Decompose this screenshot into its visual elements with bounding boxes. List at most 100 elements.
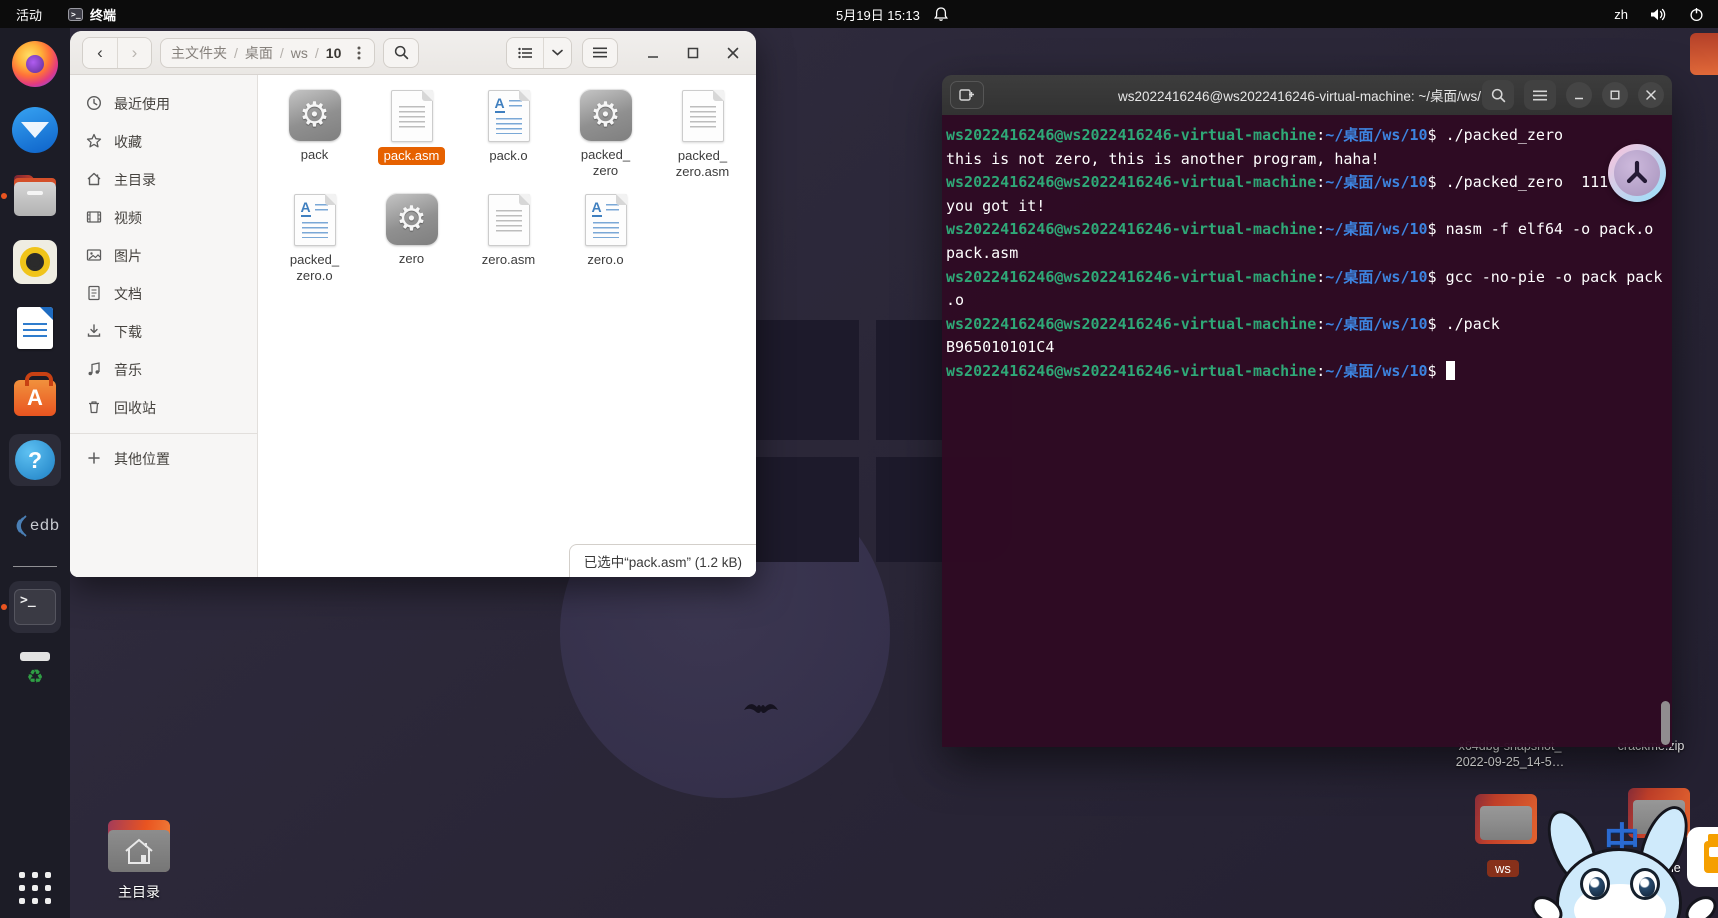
file-item[interactable]: ⚙packed_ zero — [560, 89, 652, 181]
minimize-button[interactable] — [642, 42, 664, 64]
chevron-down-icon — [552, 49, 563, 56]
file-item[interactable]: Apacked_ zero.o — [269, 193, 361, 285]
dock-item-ubuntu-software[interactable]: A — [9, 368, 61, 420]
source-file-icon: A — [585, 194, 627, 246]
path-bar[interactable]: 主文件夹/桌面/ws/10 — [160, 38, 375, 68]
sidebar-divider — [70, 433, 257, 434]
files-window: ‹ › 主文件夹/桌面/ws/10 — [70, 31, 756, 577]
terminal-minimize-button[interactable] — [1566, 82, 1592, 108]
sidebar-item-clock[interactable]: 最近使用 — [70, 85, 257, 123]
sidebar-item-film[interactable]: 视频 — [70, 199, 257, 237]
mascot-eye — [1630, 868, 1660, 900]
path-segment[interactable]: ws — [291, 45, 308, 61]
terminal-prompt-line: ws2022416246@ws2022416246-virtual-machin… — [946, 124, 1668, 148]
path-segment[interactable]: 10 — [326, 45, 342, 61]
dock-item-edb[interactable]: edb — [9, 500, 61, 552]
sidebar-item-label: 文档 — [114, 284, 142, 304]
dock-item-terminal[interactable]: >_ — [9, 581, 61, 633]
file-item[interactable]: ⚙zero — [366, 193, 458, 285]
input-method-indicator[interactable]: zh — [1614, 7, 1628, 22]
sidebar-item-star[interactable]: 收藏 — [70, 123, 257, 161]
sidebar-item-plus[interactable]: 其他位置 — [70, 440, 257, 478]
notification-bell-icon — [934, 7, 948, 22]
terminal-output[interactable]: ws2022416246@ws2022416246-virtual-machin… — [942, 115, 1672, 747]
terminal-search-button[interactable] — [1482, 80, 1514, 110]
desktop-home-folder-icon[interactable] — [108, 820, 170, 872]
sidebar-item-label: 下载 — [114, 322, 142, 342]
overlay-badge-icon — [1624, 160, 1650, 186]
terminal-maximize-button[interactable] — [1602, 82, 1628, 108]
terminal-app-icon: >_ — [14, 589, 56, 625]
house-icon — [122, 836, 156, 866]
show-applications-button[interactable] — [19, 872, 51, 904]
terminal-output-line: pack.asm — [946, 242, 1668, 266]
dock-item-thunderbird[interactable] — [9, 104, 61, 156]
dock-item-rhythmbox[interactable] — [9, 236, 61, 288]
overlay-badge[interactable] — [1608, 144, 1666, 202]
source-file-icon: A — [294, 194, 336, 246]
path-segment[interactable]: 桌面 — [245, 43, 273, 63]
sidebar-item-label: 音乐 — [114, 360, 142, 380]
dock-item-files[interactable] — [9, 170, 61, 222]
file-label: zero.asm — [476, 251, 541, 269]
maximize-button[interactable] — [682, 42, 704, 64]
view-options-button[interactable] — [543, 38, 571, 68]
download-icon — [86, 323, 102, 342]
sidebar-item-download[interactable]: 下载 — [70, 313, 257, 351]
list-view-button[interactable] — [507, 38, 543, 68]
terminal-output-line: B965010101C4 — [946, 336, 1668, 360]
sidebar-item-doc[interactable]: 文档 — [70, 275, 257, 313]
text-file-icon — [488, 194, 530, 246]
running-indicator-dot — [1, 604, 7, 610]
sidebar-item-trash[interactable]: 回收站 — [70, 389, 257, 427]
path-segment[interactable]: 主文件夹 — [171, 43, 227, 63]
files-content-area: ⚙packpack.asmApack.o⚙packed_ zeropacked_… — [258, 75, 756, 577]
sidebar-item-home[interactable]: 主目录 — [70, 161, 257, 199]
view-toggle — [506, 37, 572, 69]
terminal-menu-button[interactable] — [1524, 80, 1556, 110]
help-icon: ? — [15, 440, 55, 480]
hamburger-icon — [1533, 90, 1547, 101]
power-icon — [1689, 7, 1704, 22]
running-indicator-dot — [1, 193, 7, 199]
new-tab-button[interactable] — [950, 81, 984, 109]
sidebar-item-label: 最近使用 — [114, 94, 170, 114]
file-item[interactable]: zero.asm — [463, 193, 555, 285]
terminal-prompt-line: ws2022416246@ws2022416246-virtual-machin… — [946, 360, 1668, 384]
list-view-icon — [518, 47, 533, 59]
dock-item-trash[interactable]: ♻ — [9, 647, 61, 699]
dock-item-help[interactable]: ? — [9, 434, 61, 486]
system-status-area[interactable]: zh — [1614, 7, 1718, 22]
desktop-folder-ws-icon[interactable] — [1475, 794, 1537, 844]
sidebar-item-music[interactable]: 音乐 — [70, 351, 257, 389]
hidden-desktop-folder-icon[interactable] — [1690, 33, 1718, 75]
search-button[interactable] — [383, 38, 419, 68]
star-icon — [86, 133, 102, 152]
forward-button[interactable]: › — [117, 38, 151, 68]
terminal-close-button[interactable] — [1638, 82, 1664, 108]
files-menu-button[interactable] — [582, 38, 618, 68]
back-button[interactable]: ‹ — [83, 38, 117, 68]
close-button[interactable] — [722, 42, 744, 64]
executable-gear-icon: ⚙ — [386, 193, 438, 245]
file-item[interactable]: pack.asm — [366, 89, 458, 181]
file-item[interactable]: ⚙pack — [269, 89, 361, 181]
path-options-kebab-icon[interactable] — [348, 40, 370, 66]
activities-button[interactable]: 活动 — [16, 5, 42, 24]
dock-item-libreoffice-writer[interactable] — [9, 302, 61, 354]
file-label: zero.o — [581, 251, 629, 269]
file-item[interactable]: Azero.o — [560, 193, 652, 285]
clock-menu[interactable]: 5月19日 15:13 — [836, 0, 948, 28]
focused-app-indicator[interactable]: >_ 终端 — [68, 5, 116, 24]
terminal-scrollbar[interactable] — [1661, 701, 1670, 745]
file-label: packed_ zero.o — [284, 251, 345, 285]
sidebar-item-image[interactable]: 图片 — [70, 237, 257, 275]
top-bar: 活动 >_ 终端 5月19日 15:13 zh — [0, 0, 1718, 28]
desktop-home-folder-label[interactable]: 主目录 — [96, 884, 182, 900]
clock-icon — [86, 95, 102, 114]
desktop-folder-ws-label[interactable]: ws — [1487, 860, 1519, 877]
file-item[interactable]: Apack.o — [463, 89, 555, 181]
terminal-output-line: you got it! — [946, 195, 1668, 219]
file-item[interactable]: packed_ zero.asm — [657, 89, 749, 181]
dock-item-firefox[interactable] — [9, 38, 61, 90]
